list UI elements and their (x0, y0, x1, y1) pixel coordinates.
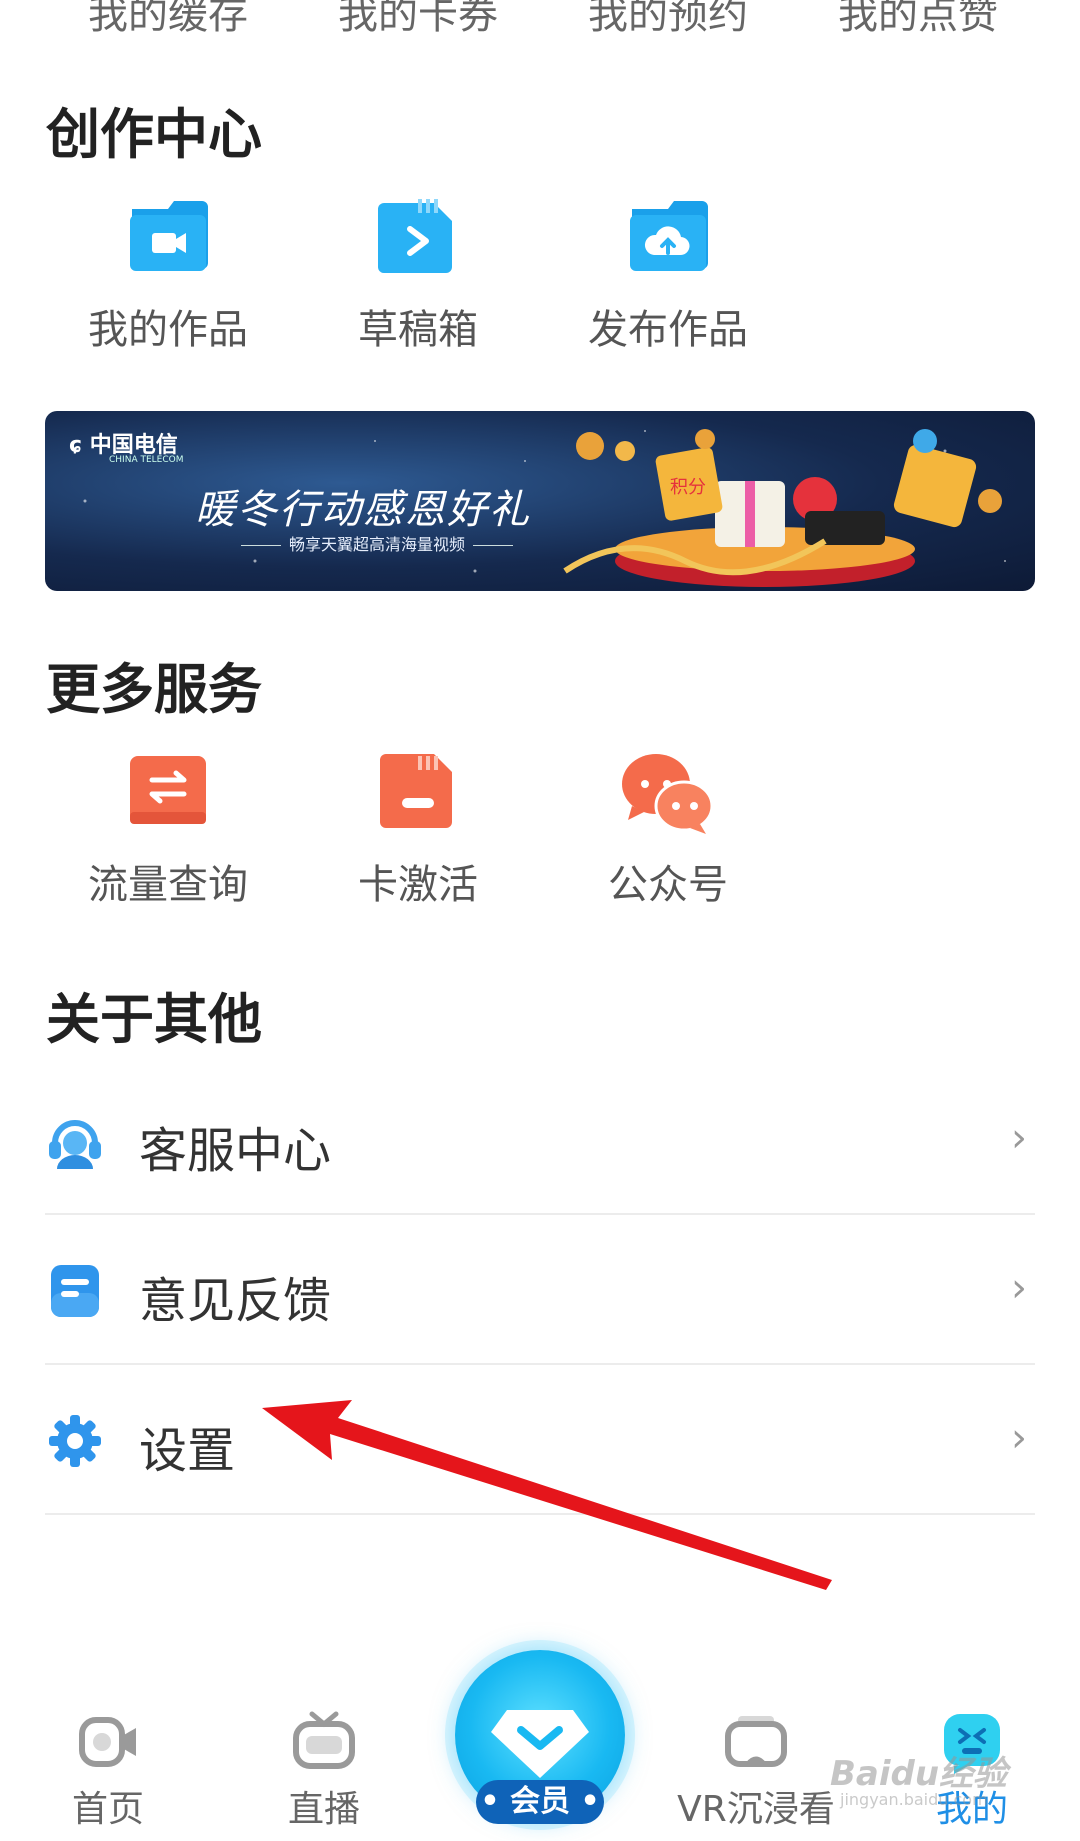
tv-icon (292, 1710, 356, 1774)
baidu-watermark: Baidu经验 (830, 1754, 1008, 1794)
tab-live-label: 直播 (287, 1789, 360, 1830)
annotation-arrow (262, 1400, 832, 1590)
home-video-icon (76, 1710, 140, 1774)
vip-label: • 会员 • (476, 1780, 604, 1824)
tab-home[interactable]: 首页 (0, 1680, 216, 1841)
tab-live[interactable]: 直播 (216, 1680, 432, 1841)
tab-home-label: 首页 (71, 1789, 144, 1830)
baidu-watermark-sub: jingyan.baidu.com (840, 1790, 988, 1809)
vr-headset-icon (724, 1710, 788, 1774)
